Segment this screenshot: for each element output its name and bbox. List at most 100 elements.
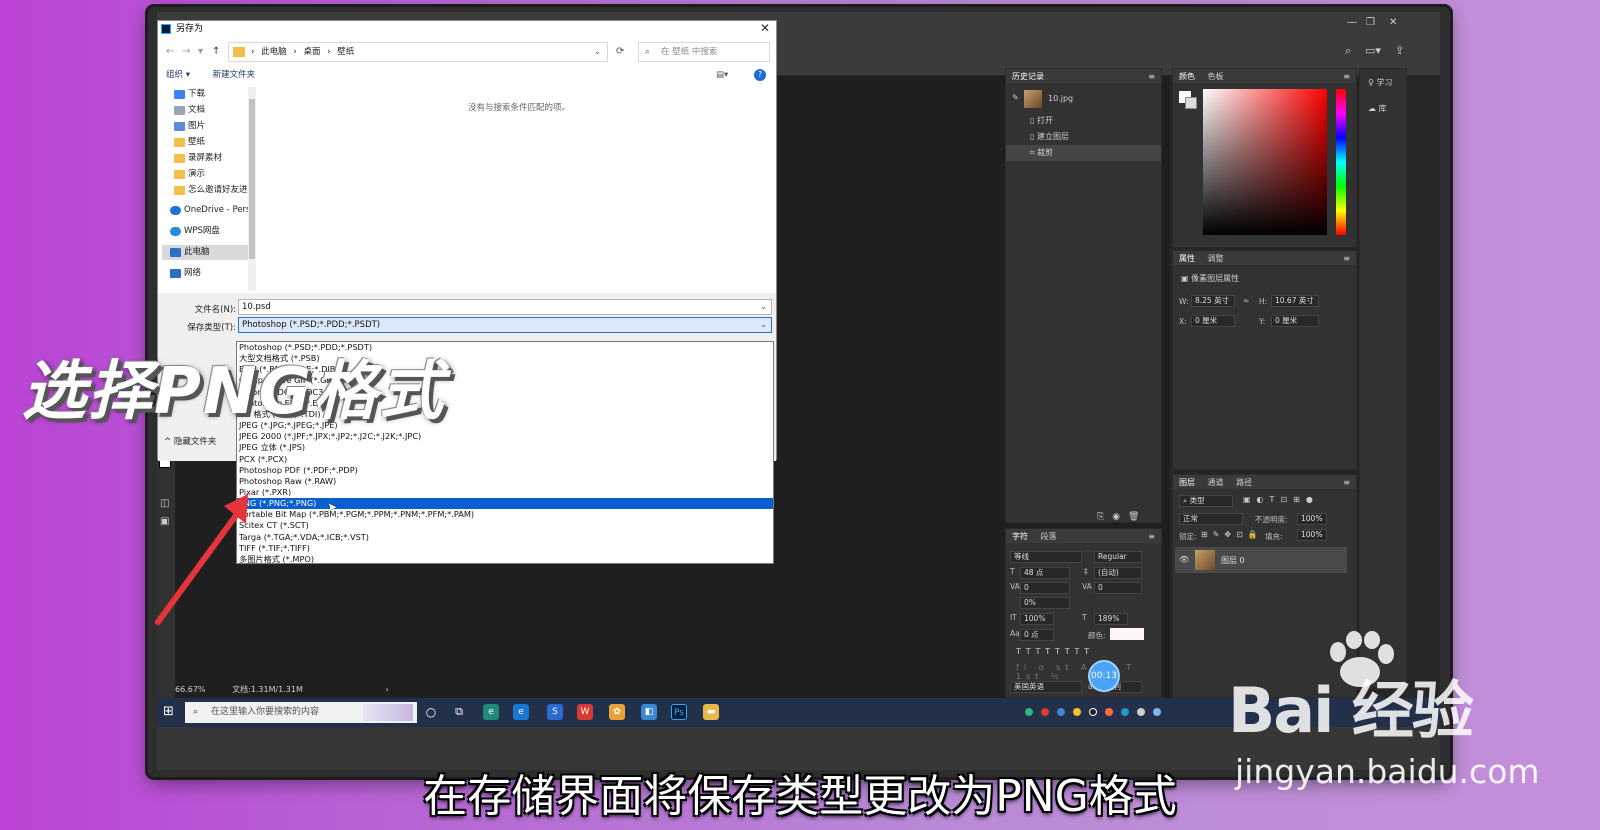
filetype-option[interactable]: 多图片格式 (*.MPO)	[237, 554, 773, 563]
tab-history[interactable]: 历史记录	[1012, 73, 1044, 81]
recent-chevron-icon[interactable]: ▾	[198, 46, 203, 57]
tab-properties[interactable]: 属性	[1179, 255, 1195, 263]
link-icon[interactable]: ∞	[1243, 296, 1249, 305]
cortana-icon[interactable]: ○	[423, 704, 439, 720]
chevron-down-icon[interactable]: ⌄	[760, 300, 767, 314]
filetype-option[interactable]: Scitex CT (*.SCT)	[237, 520, 773, 531]
share-icon[interactable]: ⇪	[1395, 44, 1404, 57]
nav-item-this-pc[interactable]: 此电脑	[162, 245, 250, 260]
address-bar[interactable]: › 此电脑 › 桌面 › 壁纸 ⌄	[228, 42, 608, 62]
nav-item-wps-cloud[interactable]: WPS网盘	[162, 224, 250, 239]
nav-item-wallpaper[interactable]: 壁纸	[162, 135, 250, 150]
tray-icon[interactable]	[1089, 708, 1097, 716]
tray-icon[interactable]	[1105, 708, 1113, 716]
hide-folders-toggle[interactable]: ^ 隐藏文件夹	[164, 435, 216, 447]
files-app-icon[interactable]: ◧	[641, 704, 657, 720]
wps-icon[interactable]: W	[577, 704, 593, 720]
height-field[interactable]: 10.67 英寸	[1271, 295, 1319, 307]
bg-swatch[interactable]	[1185, 97, 1197, 109]
dialog-close-button[interactable]: ✕	[760, 21, 770, 35]
history-actions[interactable]: ⎘◉🗑	[1097, 512, 1147, 522]
history-item-new-layer[interactable]: ▯ 建立图层	[1006, 129, 1161, 145]
color-field[interactable]	[1203, 89, 1327, 235]
learn-item[interactable]: ♀ 学习	[1368, 77, 1392, 88]
filetype-option[interactable]: Portable Bit Map (*.PBM;*.PGM;*.PPM;*.PN…	[237, 509, 773, 520]
tab-paragraph[interactable]: 段落	[1041, 533, 1057, 541]
font-style-select[interactable]: Regular	[1094, 551, 1142, 563]
photoshop-taskbar-icon[interactable]: Ps	[671, 704, 687, 720]
taskbar-search-input[interactable]: ⌕ 在这里输入你要搜索的内容	[185, 702, 417, 723]
folder-search-input[interactable]: ⌕ 在 壁纸 中搜索	[638, 42, 770, 62]
nav-item-invite[interactable]: 怎么邀请好友进	[162, 183, 250, 198]
minimize-icon[interactable]: —	[1347, 17, 1357, 28]
libraries-item[interactable]: ☁ 库	[1368, 103, 1387, 114]
horizontal-scale-field[interactable]: 189%	[1094, 613, 1128, 625]
panel-menu-icon[interactable]: ≡	[1343, 73, 1350, 81]
tab-paths[interactable]: 路径	[1236, 479, 1252, 487]
tab-swatches[interactable]: 色板	[1208, 73, 1224, 81]
nav-item-demo[interactable]: 演示	[162, 167, 250, 182]
address-dropdown-icon[interactable]: ⌄	[594, 43, 601, 61]
filetype-select[interactable]: Photoshop (*.PSD;*.PDD;*.PSDT) ⌄	[238, 317, 772, 333]
layer-filter-icons[interactable]: ▣◐T⊡⊞●	[1243, 495, 1319, 504]
tray-icon[interactable]	[1153, 708, 1161, 716]
nav-item-network[interactable]: 网络	[162, 266, 250, 281]
lock-icons[interactable]: ⊞✎✥⊡🔒	[1201, 530, 1263, 539]
browser-icon[interactable]: e	[483, 704, 499, 720]
leading-field[interactable]: (自动)	[1094, 567, 1142, 579]
forward-arrow-icon[interactable]: →	[182, 46, 190, 57]
tray-icon[interactable]	[1073, 708, 1081, 716]
tab-adjustments[interactable]: 调整	[1208, 255, 1224, 263]
hue-slider[interactable]	[1336, 89, 1346, 235]
y-field[interactable]: 0 厘米	[1271, 315, 1319, 327]
blend-mode-select[interactable]: 正常	[1179, 513, 1243, 525]
fill-field[interactable]: 100%	[1297, 529, 1327, 541]
chevron-down-icon[interactable]: ⌄	[760, 318, 767, 332]
filetype-option[interactable]: Targa (*.TGA;*.VDA;*.ICB;*.VST)	[237, 532, 773, 543]
filetype-option[interactable]: TIFF (*.TIF;*.TIFF)	[237, 543, 773, 554]
tab-channels[interactable]: 通道	[1208, 479, 1224, 487]
panel-menu-icon[interactable]: ≡	[1343, 479, 1350, 487]
file-explorer-icon[interactable]: ▬	[703, 704, 719, 720]
status-arrow-icon[interactable]: ›	[385, 685, 388, 694]
tab-character[interactable]: 字符	[1012, 533, 1028, 541]
history-item-crop[interactable]: ⌗ 裁剪	[1006, 145, 1161, 161]
history-snapshot[interactable]: ✎ 10.jpg	[1010, 89, 1160, 109]
filetype-option[interactable]: JPEG 立体 (*.JPS)	[237, 442, 773, 453]
new-folder-button[interactable]: 新建文件夹	[213, 70, 256, 80]
filetype-option[interactable]: PNG (*.PNG;*.PNG)	[237, 498, 773, 510]
tray-icon[interactable]	[1041, 708, 1049, 716]
tray-icon[interactable]	[1121, 708, 1129, 716]
view-options-icon[interactable]: ▤▾	[716, 65, 728, 85]
font-family-select[interactable]: 等线	[1010, 551, 1082, 563]
sogou-icon[interactable]: S	[547, 704, 563, 720]
tray-icon[interactable]	[1025, 708, 1033, 716]
kerning-field[interactable]: 0	[1020, 582, 1070, 594]
nav-item-pictures[interactable]: 图片	[162, 119, 250, 134]
tab-layers[interactable]: 图层	[1179, 479, 1195, 487]
breadcrumb-wallpaper[interactable]: 壁纸	[337, 47, 354, 57]
breadcrumb-this-pc[interactable]: 此电脑	[261, 47, 287, 57]
restore-icon[interactable]: ❐	[1366, 17, 1375, 28]
width-field[interactable]: 8.25 英寸	[1191, 295, 1235, 307]
nav-scrollbar[interactable]	[248, 87, 256, 291]
workspace-icon[interactable]: ▭▾	[1365, 44, 1381, 57]
tsume-field[interactable]: 0%	[1020, 597, 1070, 609]
language-select[interactable]: 美国英语	[1010, 681, 1082, 693]
refresh-icon[interactable]: ⟳	[616, 46, 624, 57]
tray-icon[interactable]	[1137, 708, 1145, 716]
tab-color[interactable]: 颜色	[1179, 73, 1195, 81]
filetype-option[interactable]: Pixar (*.PXR)	[237, 487, 773, 498]
nav-item-recordings[interactable]: 录屏素材	[162, 151, 250, 166]
filetype-option[interactable]: Photoshop PDF (*.PDF;*.PDP)	[237, 465, 773, 476]
nav-item-documents[interactable]: 文档	[162, 103, 250, 118]
x-field[interactable]: 0 厘米	[1191, 315, 1235, 327]
layer-filter-select[interactable]: ⌕ 类型	[1179, 495, 1233, 507]
photos-icon[interactable]: ✿	[609, 704, 625, 720]
opacity-field[interactable]: 100%	[1297, 513, 1327, 525]
tracking-field[interactable]: 0	[1094, 582, 1142, 594]
organize-button[interactable]: 组织 ▾	[166, 70, 190, 80]
help-icon[interactable]: ?	[754, 69, 766, 81]
nav-item-downloads[interactable]: 下载	[162, 87, 250, 102]
layer-row[interactable]: 👁 图层 0	[1175, 547, 1347, 573]
